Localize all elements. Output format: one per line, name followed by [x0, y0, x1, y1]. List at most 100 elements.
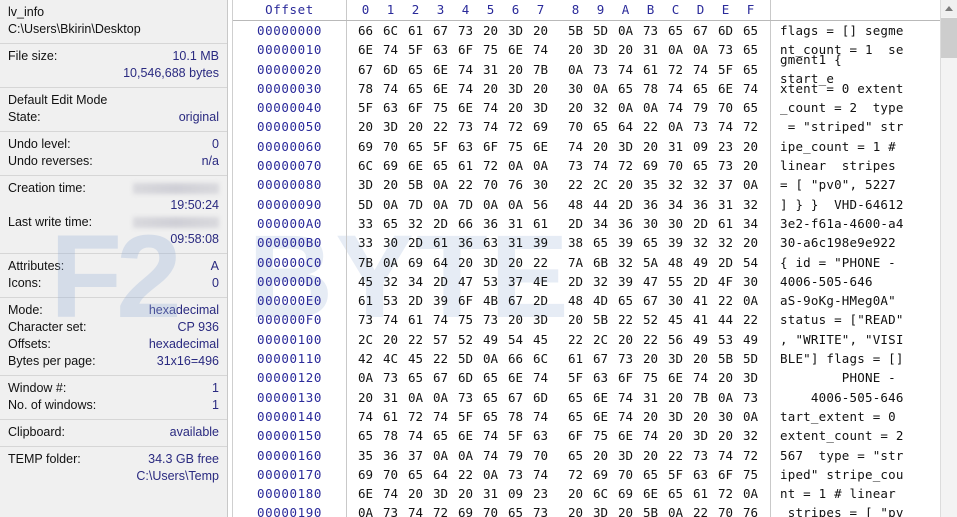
hex-byte[interactable]: 78: [378, 426, 403, 445]
row-ascii[interactable]: iped" stripe_cou: [771, 465, 957, 484]
hex-byte[interactable]: 0A: [378, 195, 403, 214]
hex-byte[interactable]: 49: [478, 330, 503, 349]
hex-byte[interactable]: 74: [528, 368, 553, 387]
hex-byte[interactable]: 65: [688, 79, 713, 98]
hex-byte[interactable]: 37: [503, 272, 528, 291]
hex-byte[interactable]: 64: [428, 465, 453, 484]
hex-byte[interactable]: 3D: [613, 446, 638, 465]
hex-byte[interactable]: 32: [688, 175, 713, 194]
hex-byte[interactable]: 4D: [588, 291, 613, 310]
hex-byte[interactable]: 22: [563, 175, 588, 194]
hex-byte[interactable]: 70: [378, 137, 403, 156]
hex-byte[interactable]: 32: [403, 214, 428, 233]
hex-row[interactable]: 00000190 0A 73 74 72 69 70 65 73 20 3D 20 5B 0A 22 70 76…: [233, 503, 957, 517]
hex-byte[interactable]: 6F: [453, 291, 478, 310]
hex-byte[interactable]: 0A: [403, 388, 428, 407]
hex-byte[interactable]: 70: [563, 117, 588, 136]
hex-byte[interactable]: 65: [638, 465, 663, 484]
hex-byte[interactable]: 67: [638, 291, 663, 310]
hex-byte[interactable]: 20: [563, 98, 588, 117]
hex-byte[interactable]: 30: [713, 407, 738, 426]
hex-byte[interactable]: 74: [378, 79, 403, 98]
hex-byte[interactable]: 74: [688, 368, 713, 387]
row-ascii[interactable]: _count = 2 type: [771, 98, 957, 117]
hex-byte[interactable]: 74: [713, 117, 738, 136]
hex-byte[interactable]: 3D: [613, 137, 638, 156]
row-bytes[interactable]: 61 53 2D 39 6F 4B 67 2D 48 4D 65 67 30 41 22 0A: [347, 291, 770, 310]
hex-byte[interactable]: 20: [563, 310, 588, 329]
hex-byte[interactable]: 5D: [588, 21, 613, 40]
hex-byte[interactable]: 53: [713, 330, 738, 349]
hex-byte[interactable]: 65: [588, 233, 613, 252]
hex-byte[interactable]: 73: [588, 60, 613, 79]
row-ascii[interactable]: = [ "pv0", 5227: [771, 175, 957, 194]
hex-byte[interactable]: 6E: [588, 388, 613, 407]
hex-row[interactable]: 00000160 35 36 37 0A 0A 74 79 70 65 20 3D 20 22 73 74 72…: [233, 445, 957, 465]
hex-byte[interactable]: 52: [638, 310, 663, 329]
hex-byte[interactable]: 22: [453, 175, 478, 194]
hex-byte[interactable]: 63: [428, 40, 453, 59]
hex-byte[interactable]: 74: [638, 426, 663, 445]
hex-byte[interactable]: 73: [353, 310, 378, 329]
hex-byte[interactable]: 20: [403, 484, 428, 503]
hex-byte[interactable]: 38: [563, 233, 588, 252]
hex-byte[interactable]: 0A: [353, 503, 378, 517]
scrollbar-thumb[interactable]: [941, 18, 957, 58]
hex-byte[interactable]: 34: [663, 195, 688, 214]
hex-byte[interactable]: 61: [563, 349, 588, 368]
hex-byte[interactable]: 74: [613, 407, 638, 426]
hex-byte[interactable]: 0A: [613, 98, 638, 117]
hex-byte[interactable]: 39: [428, 291, 453, 310]
hex-byte[interactable]: 31: [378, 388, 403, 407]
hex-byte[interactable]: 6C: [378, 21, 403, 40]
hex-byte[interactable]: 0A: [428, 175, 453, 194]
hex-row[interactable]: 00000120 0A 73 65 67 6D 65 6E 74 5F 63 6F 75 6E 74 20 3D…: [233, 368, 957, 388]
hex-byte[interactable]: 56: [528, 195, 553, 214]
row-ascii[interactable]: 3e2-f61a-4600-a4: [771, 214, 957, 233]
hex-byte[interactable]: 44: [588, 195, 613, 214]
row-ascii[interactable]: aS-9oKg-HMeg0A": [771, 291, 957, 310]
row-bytes[interactable]: 33 30 2D 61 36 63 31 39 38 65 39 65 39 32 32 20: [347, 233, 770, 252]
hex-byte[interactable]: 20: [503, 253, 528, 272]
hex-byte[interactable]: 67: [353, 60, 378, 79]
hex-byte[interactable]: 6E: [528, 137, 553, 156]
hex-byte[interactable]: 22: [613, 310, 638, 329]
hex-byte[interactable]: 3D: [663, 407, 688, 426]
hex-byte[interactable]: 0A: [738, 407, 763, 426]
hex-byte[interactable]: 35: [638, 175, 663, 194]
hex-byte[interactable]: 2D: [403, 233, 428, 252]
row-bytes[interactable]: 6C 69 6E 65 61 72 0A 0A 73 74 72 69 70 65 73 20: [347, 156, 770, 175]
row-bytes[interactable]: 66 6C 61 67 73 20 3D 20 5B 5D 0A 73 65 67 6D 65: [347, 21, 770, 40]
row-ascii[interactable]: status = ["READ": [771, 310, 957, 329]
hex-byte[interactable]: 72: [663, 60, 688, 79]
hex-byte[interactable]: 31: [478, 484, 503, 503]
hex-byte[interactable]: 2D: [613, 195, 638, 214]
hex-byte[interactable]: 5F: [503, 426, 528, 445]
hex-byte[interactable]: 67: [588, 349, 613, 368]
hex-byte[interactable]: 74: [453, 60, 478, 79]
hex-byte[interactable]: 0A: [428, 446, 453, 465]
hex-byte[interactable]: 0A: [428, 388, 453, 407]
row-ascii[interactable]: 30-a6c198e9e922: [771, 233, 957, 252]
hex-byte[interactable]: 3D: [353, 175, 378, 194]
hex-byte[interactable]: 76: [503, 175, 528, 194]
hex-byte[interactable]: 20: [503, 98, 528, 117]
hex-byte[interactable]: 74: [378, 310, 403, 329]
hex-byte[interactable]: 47: [638, 272, 663, 291]
hex-byte[interactable]: 20: [638, 137, 663, 156]
hex-byte[interactable]: 0A: [503, 195, 528, 214]
hex-byte[interactable]: 30: [528, 175, 553, 194]
hex-byte[interactable]: 4F: [713, 272, 738, 291]
hex-byte[interactable]: 09: [688, 137, 713, 156]
hex-byte[interactable]: 69: [403, 253, 428, 272]
hex-byte[interactable]: 72: [713, 484, 738, 503]
row-ascii[interactable]: flags = [] segme: [771, 21, 957, 40]
hex-byte[interactable]: 3D: [478, 253, 503, 272]
hex-byte[interactable]: 22: [663, 446, 688, 465]
hex-byte[interactable]: 65: [688, 156, 713, 175]
hex-byte[interactable]: 0A: [478, 465, 503, 484]
row-ascii[interactable]: nt = 1 # linear: [771, 484, 957, 503]
hex-byte[interactable]: 65: [378, 214, 403, 233]
hex-byte[interactable]: 72: [503, 117, 528, 136]
hex-byte[interactable]: 20: [453, 253, 478, 272]
